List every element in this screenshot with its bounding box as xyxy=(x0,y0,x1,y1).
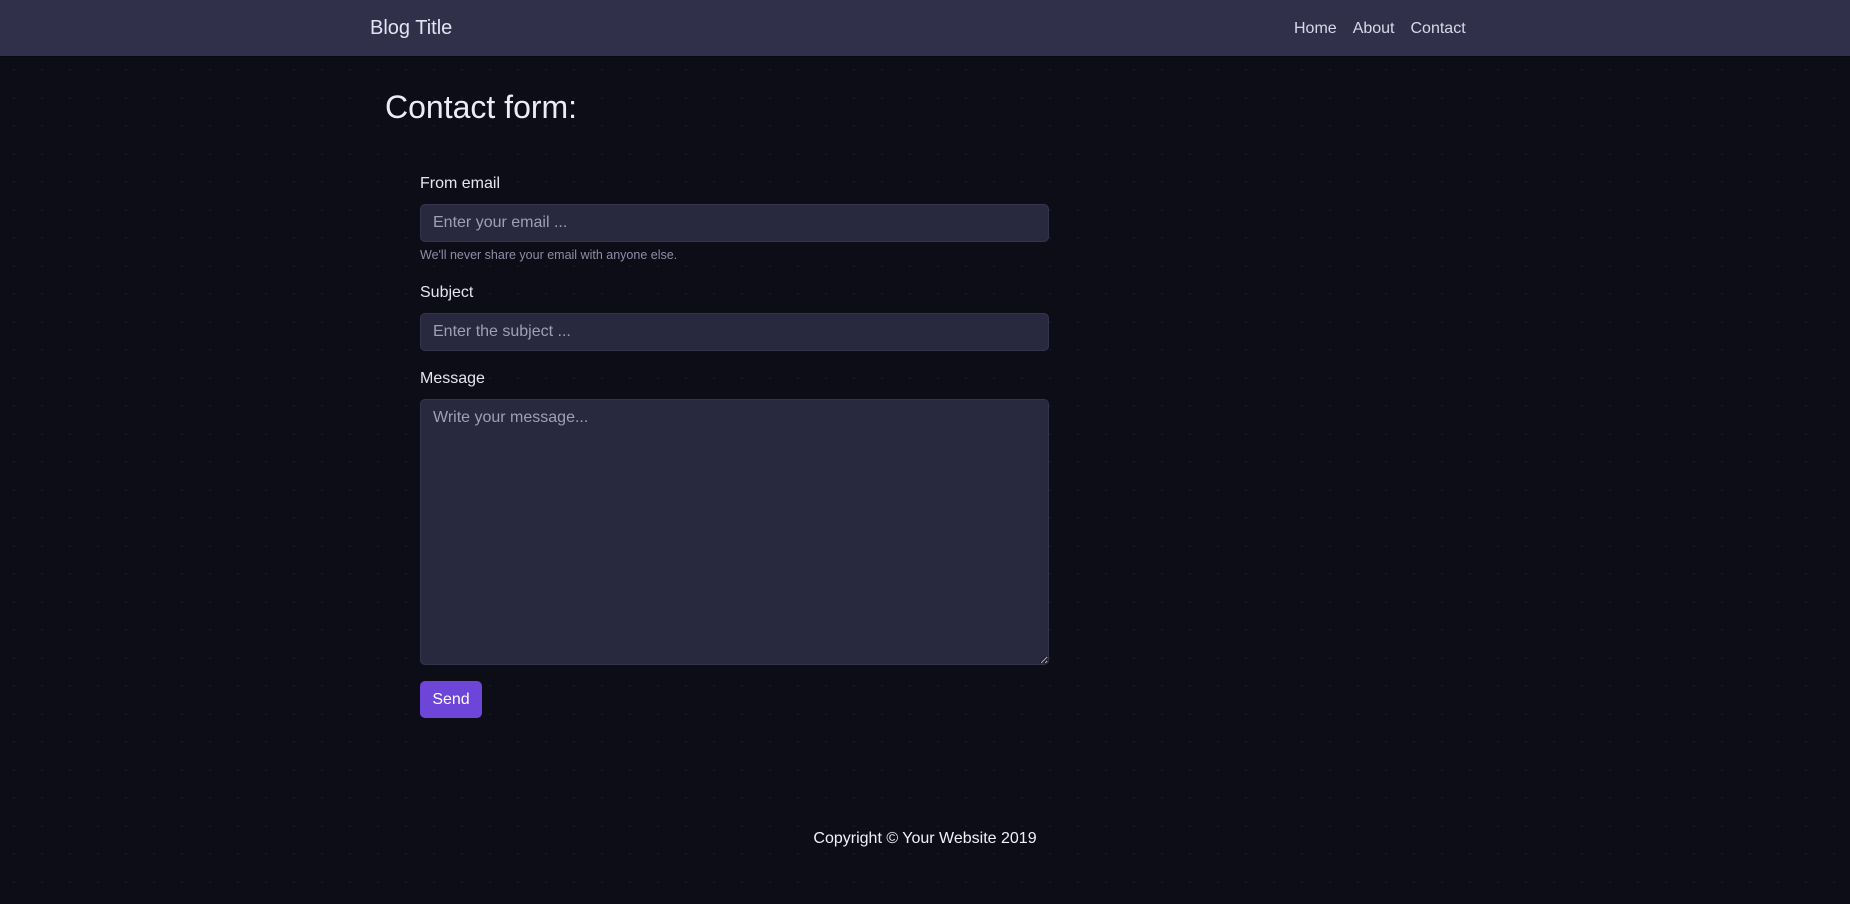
message-textarea[interactable] xyxy=(420,399,1049,665)
nav-menu: Home About Contact xyxy=(1294,19,1466,38)
navbar: Blog Title Home About Contact xyxy=(0,0,1850,56)
nav-link-about[interactable]: About xyxy=(1353,19,1395,38)
page-title: Contact form: xyxy=(385,89,578,125)
nav-link-home[interactable]: Home xyxy=(1294,19,1337,38)
send-button[interactable]: Send xyxy=(420,681,482,718)
message-label: Message xyxy=(420,370,485,387)
email-input[interactable] xyxy=(420,204,1049,242)
brand-link[interactable]: Blog Title xyxy=(370,16,452,40)
subject-label: Subject xyxy=(420,284,474,301)
nav-link-contact[interactable]: Contact xyxy=(1411,19,1466,38)
footer-copyright: Copyright © Your Website 2019 xyxy=(813,830,1037,847)
subject-input[interactable] xyxy=(420,313,1049,351)
email-label: From email xyxy=(420,175,501,192)
email-help-text: We'll never share your email with anyone… xyxy=(420,248,678,262)
